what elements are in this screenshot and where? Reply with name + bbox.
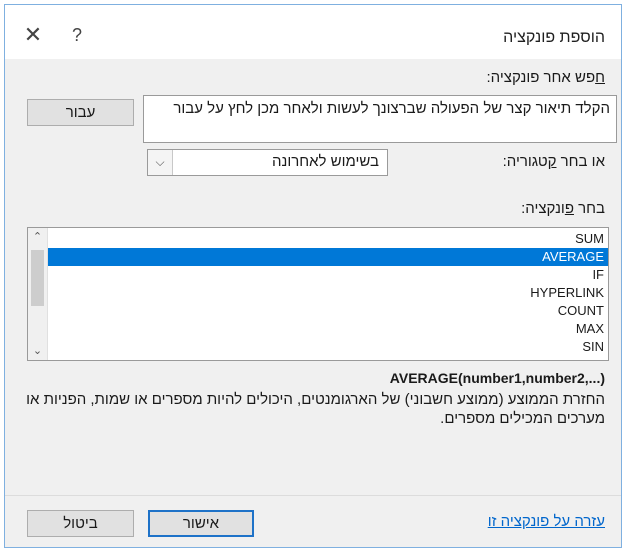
help-on-function-link[interactable]: עזרה על פונקציה זו bbox=[488, 513, 605, 530]
category-label: או בחר קטגוריה: bbox=[503, 153, 605, 170]
list-item[interactable]: HYPERLINK bbox=[48, 284, 608, 302]
search-label-text: פש אחר פונקציה: bbox=[486, 69, 596, 86]
ok-button[interactable]: אישור bbox=[148, 510, 254, 537]
category-select[interactable]: בשימוש לאחרונה ⌵ bbox=[147, 149, 388, 176]
cancel-button[interactable]: ביטול bbox=[27, 510, 134, 537]
chevron-up-icon[interactable]: ⌃ bbox=[28, 228, 47, 246]
help-icon[interactable]: ? bbox=[63, 21, 91, 49]
list-item[interactable]: SIN bbox=[48, 338, 608, 356]
search-label-access-key: ח bbox=[595, 69, 605, 86]
function-listbox[interactable]: ⌃ ⌄ SUM AVERAGE IF HYPERLINK COUNT MAX SIN bbox=[27, 227, 609, 361]
function-list-label-prefix: בחר bbox=[573, 200, 605, 217]
search-label: חפש אחר פונקציה: bbox=[487, 69, 606, 86]
dialog-title: הוספת פונקציה bbox=[503, 29, 605, 46]
title-bar: הוספת פונקציה ✕ ? bbox=[5, 5, 621, 59]
function-list-label-access-key: פ bbox=[564, 200, 574, 217]
list-item[interactable]: SUM bbox=[48, 230, 608, 248]
scrollbar-thumb[interactable] bbox=[31, 250, 44, 306]
function-items: SUM AVERAGE IF HYPERLINK COUNT MAX SIN bbox=[48, 230, 608, 356]
list-item[interactable]: IF bbox=[48, 266, 608, 284]
category-label-prefix: או בחר bbox=[556, 153, 605, 170]
close-icon[interactable]: ✕ bbox=[19, 21, 47, 49]
go-button[interactable]: עבור bbox=[27, 99, 134, 126]
insert-function-dialog: הוספת פונקציה ✕ ? חפש אחר פונקציה: הקלד … bbox=[4, 4, 622, 548]
footer-divider bbox=[5, 495, 621, 496]
function-search-input[interactable]: הקלד תיאור קצר של הפעולה שברצונך לעשות ו… bbox=[143, 95, 617, 143]
function-signature: AVERAGE(number1,number2,...) bbox=[389, 370, 605, 386]
list-item[interactable]: MAX bbox=[48, 320, 608, 338]
function-description: החזרת הממוצע (ממוצע חשבוני) של הארגומנטי… bbox=[26, 391, 605, 427]
function-list-label-suffix: ונקציה: bbox=[521, 200, 565, 217]
list-scrollbar[interactable]: ⌃ ⌄ bbox=[28, 228, 48, 360]
chevron-down-icon[interactable]: ⌄ bbox=[28, 342, 47, 360]
function-list-label: בחר פונקציה: bbox=[521, 200, 605, 217]
list-item[interactable]: AVERAGE bbox=[48, 248, 608, 266]
category-label-suffix: טגוריה: bbox=[502, 153, 548, 170]
category-selected-value: בשימוש לאחרונה bbox=[271, 153, 379, 170]
list-item[interactable]: COUNT bbox=[48, 302, 608, 320]
chevron-down-icon[interactable]: ⌵ bbox=[148, 150, 173, 175]
